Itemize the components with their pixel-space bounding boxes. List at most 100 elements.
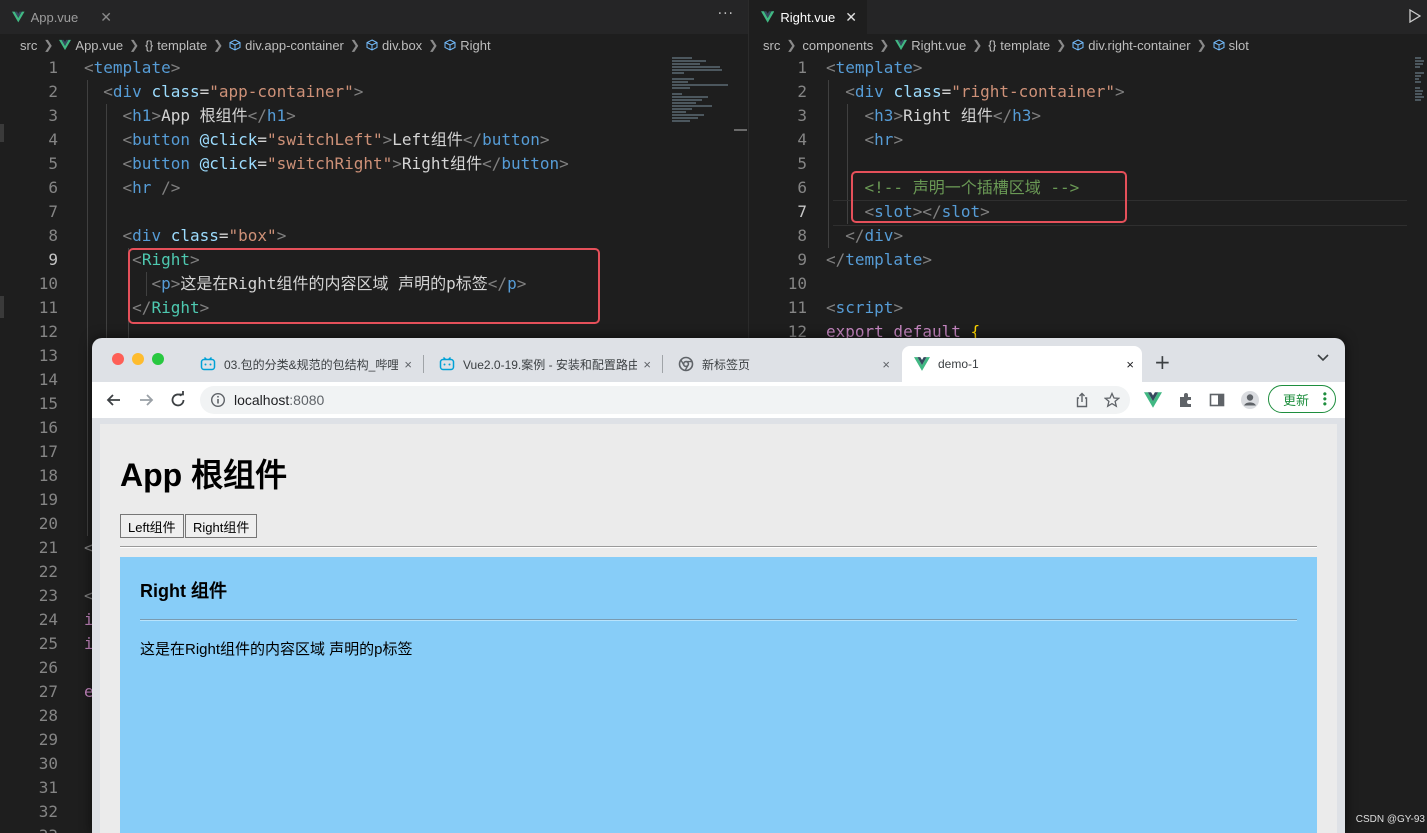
breadcrumb-item[interactable]: src bbox=[763, 38, 780, 53]
chevron-right-icon: ❯ bbox=[129, 38, 140, 52]
breadcrumb-label: div.right-container bbox=[1088, 37, 1191, 53]
minimize-window-button[interactable] bbox=[132, 353, 144, 365]
code-line: 11 <script> bbox=[749, 296, 1427, 320]
reload-icon[interactable] bbox=[168, 390, 188, 410]
divider bbox=[140, 619, 1297, 621]
code-token: > bbox=[559, 154, 569, 173]
line-number: 13 bbox=[38, 346, 58, 365]
tab-app-vue[interactable]: App.vue ✕ bbox=[0, 0, 122, 34]
breadcrumb-item[interactable]: {} template bbox=[145, 38, 207, 53]
more-actions-icon[interactable]: ··· bbox=[718, 6, 734, 22]
minimap[interactable] bbox=[1415, 56, 1425, 126]
page-viewport: App 根组件 Left组件 Right组件 Right 组件 这是在Right… bbox=[100, 424, 1337, 833]
line-number: 14 bbox=[38, 370, 58, 389]
close-tab-icon[interactable]: × bbox=[882, 357, 890, 372]
address-bar[interactable]: localhost:8080 bbox=[200, 386, 1130, 414]
vue-file-icon bbox=[12, 11, 25, 23]
code-line: 5 <button @click="switchRight">Right组件</… bbox=[0, 152, 748, 176]
code-token: button bbox=[132, 154, 190, 173]
line-number: 30 bbox=[38, 754, 58, 773]
back-icon[interactable] bbox=[104, 390, 124, 410]
code-token: > bbox=[1031, 106, 1042, 125]
minimap[interactable] bbox=[672, 56, 732, 196]
code-token: Left组件 bbox=[392, 130, 463, 149]
tab-search-chevron-icon[interactable] bbox=[1317, 354, 1329, 362]
code-token: = bbox=[257, 130, 268, 149]
update-button[interactable]: 更新 • • • bbox=[1268, 385, 1336, 413]
breadcrumb-item[interactable]: components bbox=[802, 38, 873, 53]
line-number: 16 bbox=[38, 418, 58, 437]
code-token: = bbox=[941, 82, 952, 101]
browser-tab[interactable]: 新标签页 × bbox=[666, 346, 898, 382]
close-tab-icon[interactable]: × bbox=[643, 357, 651, 372]
breadcrumb-item[interactable]: src bbox=[20, 38, 37, 53]
code-token: < bbox=[103, 82, 113, 101]
code-token: @click bbox=[189, 130, 258, 149]
line-number: 25 bbox=[38, 634, 58, 653]
breadcrumb-item[interactable]: div.right-container bbox=[1072, 37, 1191, 53]
breadcrumb-item[interactable]: Right.vue bbox=[895, 38, 966, 53]
close-tab-icon[interactable]: ✕ bbox=[100, 9, 112, 26]
share-icon[interactable] bbox=[1074, 392, 1090, 408]
close-window-button[interactable] bbox=[112, 353, 124, 365]
code-token: = bbox=[257, 154, 268, 173]
code-token: Right 组件 bbox=[903, 106, 993, 125]
browser-tab-title: 03.包的分类&规范的包结构_哔哩 bbox=[224, 357, 399, 372]
forward-icon[interactable] bbox=[136, 390, 156, 410]
code-token: < bbox=[864, 130, 875, 149]
line-number: 32 bbox=[38, 802, 58, 821]
profile-avatar-icon[interactable] bbox=[1240, 390, 1260, 410]
right-editor-tabbar: Right.vue ✕ bbox=[749, 0, 1427, 34]
code-token: > bbox=[276, 226, 287, 245]
line-number: 3 bbox=[797, 106, 807, 125]
tab-right-vue[interactable]: Right.vue ✕ bbox=[749, 0, 867, 34]
maximize-window-button[interactable] bbox=[152, 353, 164, 365]
browser-tab-active[interactable]: demo-1 × bbox=[902, 346, 1142, 382]
element-icon bbox=[229, 39, 241, 51]
line-number: 11 bbox=[38, 298, 58, 317]
code-token: < bbox=[864, 106, 875, 125]
extensions-puzzle-icon[interactable] bbox=[1177, 391, 1195, 409]
browser-tab[interactable]: 03.包的分类&规范的包结构_哔哩 × bbox=[188, 346, 420, 382]
line-number: 3 bbox=[48, 106, 58, 125]
close-tab-icon[interactable]: × bbox=[404, 357, 412, 372]
line-number: 31 bbox=[38, 778, 58, 797]
right-component-button[interactable]: Right组件 bbox=[185, 514, 258, 538]
bookmark-star-icon[interactable] bbox=[1104, 392, 1120, 408]
code-token: @click bbox=[189, 154, 258, 173]
breadcrumb-item[interactable]: div.box bbox=[366, 38, 422, 53]
code-token: "switchRight" bbox=[267, 154, 393, 173]
breadcrumb-item[interactable]: Right bbox=[444, 38, 491, 53]
vue-file-icon bbox=[895, 39, 907, 51]
browser-tabstrip: 03.包的分类&规范的包结构_哔哩 × Vue2.0-19.案例 - 安装和配置… bbox=[92, 338, 1345, 382]
code-token: < bbox=[122, 178, 133, 197]
breadcrumb-item[interactable]: App.vue bbox=[59, 38, 123, 53]
close-tab-icon[interactable]: ✕ bbox=[845, 9, 857, 26]
close-tab-icon[interactable]: × bbox=[1126, 357, 1134, 372]
highlight-box bbox=[128, 248, 600, 324]
breadcrumb-item[interactable]: {} template bbox=[988, 38, 1050, 53]
run-icon[interactable] bbox=[1409, 9, 1421, 23]
code-token: > bbox=[353, 82, 364, 101]
line-number: 20 bbox=[38, 514, 58, 533]
code-token: div bbox=[112, 82, 142, 101]
chevron-right-icon: ❯ bbox=[1056, 38, 1067, 52]
side-panel-icon[interactable] bbox=[1208, 391, 1226, 409]
vue-devtools-icon[interactable] bbox=[1144, 391, 1162, 409]
scrollbar[interactable] bbox=[734, 129, 747, 131]
info-icon[interactable] bbox=[210, 392, 226, 408]
code-token: < bbox=[84, 58, 94, 77]
line-number: 29 bbox=[38, 730, 58, 749]
browser-tab[interactable]: Vue2.0-19.案例 - 安装和配置路由 × bbox=[427, 346, 659, 382]
new-tab-button[interactable]: + bbox=[1154, 350, 1171, 374]
line-number: 33 bbox=[0, 824, 58, 833]
code-token: > bbox=[922, 250, 932, 269]
left-component-button[interactable]: Left组件 bbox=[120, 514, 184, 538]
line-number: 28 bbox=[38, 706, 58, 725]
breadcrumb-item[interactable]: slot bbox=[1213, 38, 1249, 53]
breadcrumb-item[interactable]: div.app-container bbox=[229, 38, 344, 53]
code-line: 1 <template> bbox=[0, 56, 748, 80]
line-number: 8 bbox=[797, 226, 807, 245]
